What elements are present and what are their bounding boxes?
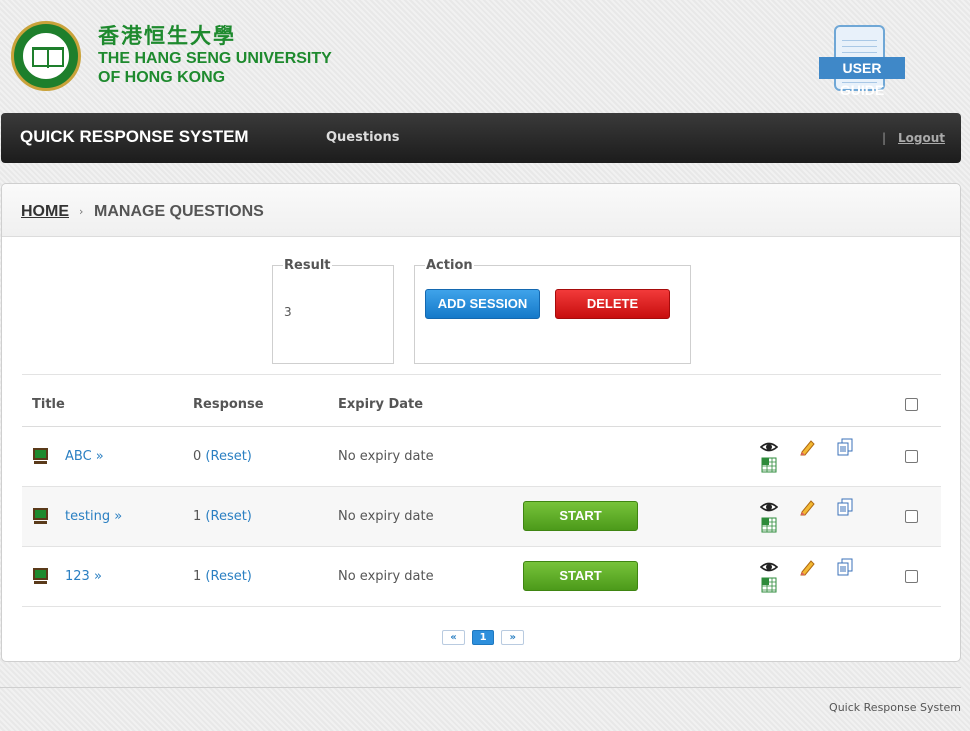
footer-text: Quick Response System: [829, 701, 961, 714]
view-eye-icon[interactable]: [760, 438, 778, 456]
expiry-date: No expiry date: [338, 426, 523, 487]
page-1-button[interactable]: 1: [472, 630, 495, 645]
university-name: 香港恒生大學 THE HANG SENG UNIVERSITY OF HONG …: [98, 25, 332, 87]
breadcrumb-home[interactable]: HOME: [21, 203, 69, 221]
copy-icon[interactable]: [836, 498, 854, 516]
col-title: Title: [22, 384, 193, 427]
expiry-date: No expiry date: [338, 486, 523, 547]
table-row: ABC » 0 (Reset) No expiry date: [22, 426, 941, 487]
export-excel-icon[interactable]: [760, 576, 778, 594]
question-title-link[interactable]: testing »: [65, 509, 122, 524]
breadcrumb-separator: ›: [79, 205, 84, 218]
view-eye-icon[interactable]: [760, 558, 778, 576]
export-excel-icon[interactable]: [760, 516, 778, 534]
view-eye-icon[interactable]: [760, 498, 778, 516]
reset-link[interactable]: (Reset): [205, 569, 251, 584]
reset-link[interactable]: (Reset): [205, 509, 251, 524]
start-button[interactable]: START: [523, 501, 638, 531]
university-name-en-1: THE HANG SENG UNIVERSITY: [98, 50, 332, 67]
prev-page-button[interactable]: «: [442, 630, 465, 645]
breadcrumb: HOME › MANAGE QUESTIONS: [2, 184, 960, 237]
user-guide-button[interactable]: USER GUIDE: [819, 25, 905, 98]
col-expiry: Expiry Date: [338, 384, 523, 427]
export-excel-icon[interactable]: [760, 456, 778, 474]
edit-pencil-icon[interactable]: [798, 438, 816, 456]
nav-separator: |: [882, 131, 887, 145]
university-name-zh: 香港恒生大學: [98, 25, 236, 48]
copy-icon[interactable]: [836, 438, 854, 456]
next-page-button[interactable]: »: [501, 630, 525, 645]
action-box: Action ADD SESSION DELETE: [414, 258, 691, 364]
question-title-link[interactable]: 123 »: [65, 569, 102, 584]
header: 香港恒生大學 THE HANG SENG UNIVERSITY OF HONG …: [0, 0, 970, 112]
navbar: QUICK RESPONSE SYSTEM Questions | Logout: [1, 113, 961, 163]
response-count: 1: [193, 508, 202, 524]
pagination: « 1 »: [442, 625, 526, 645]
user-guide-label: USER GUIDE: [819, 57, 905, 98]
row-checkbox[interactable]: [905, 449, 918, 463]
select-all-checkbox[interactable]: [905, 398, 918, 412]
questions-table: Title Response Expiry Date ABC » 0 (Rese…: [22, 384, 941, 607]
reset-link[interactable]: (Reset): [205, 449, 251, 464]
screen-icon: [32, 447, 49, 465]
table-row: 123 » 1 (Reset) No expiry date START: [22, 546, 941, 607]
divider: [22, 374, 941, 375]
logout-link[interactable]: Logout: [898, 131, 945, 145]
action-legend: Action: [426, 258, 473, 273]
manage-questions-panel: HOME › MANAGE QUESTIONS Result 3 Action …: [1, 183, 961, 662]
app-brand[interactable]: QUICK RESPONSE SYSTEM: [20, 127, 249, 147]
row-checkbox[interactable]: [905, 509, 918, 523]
table-header-row: Title Response Expiry Date: [22, 384, 941, 427]
table-row: testing » 1 (Reset) No expiry date START: [22, 486, 941, 547]
screen-icon: [32, 507, 49, 525]
add-session-button[interactable]: ADD SESSION: [425, 289, 540, 319]
row-checkbox[interactable]: [905, 569, 918, 583]
result-count: 3: [284, 305, 292, 319]
university-seal-logo: [11, 21, 81, 91]
delete-button[interactable]: DELETE: [555, 289, 670, 319]
university-name-en-2: OF HONG KONG: [98, 69, 226, 86]
copy-icon[interactable]: [836, 558, 854, 576]
start-button[interactable]: START: [523, 561, 638, 591]
response-count: 0: [193, 448, 202, 464]
col-response: Response: [193, 384, 338, 427]
response-count: 1: [193, 568, 202, 584]
edit-pencil-icon[interactable]: [798, 498, 816, 516]
edit-pencil-icon[interactable]: [798, 558, 816, 576]
result-legend: Result: [284, 258, 331, 273]
footer-divider: [0, 687, 961, 688]
result-box: Result 3: [272, 258, 394, 364]
nav-item-questions[interactable]: Questions: [326, 130, 399, 145]
screen-icon: [32, 567, 49, 585]
page-title: MANAGE QUESTIONS: [94, 203, 264, 220]
question-title-link[interactable]: ABC »: [65, 449, 104, 464]
expiry-date: No expiry date: [338, 546, 523, 607]
